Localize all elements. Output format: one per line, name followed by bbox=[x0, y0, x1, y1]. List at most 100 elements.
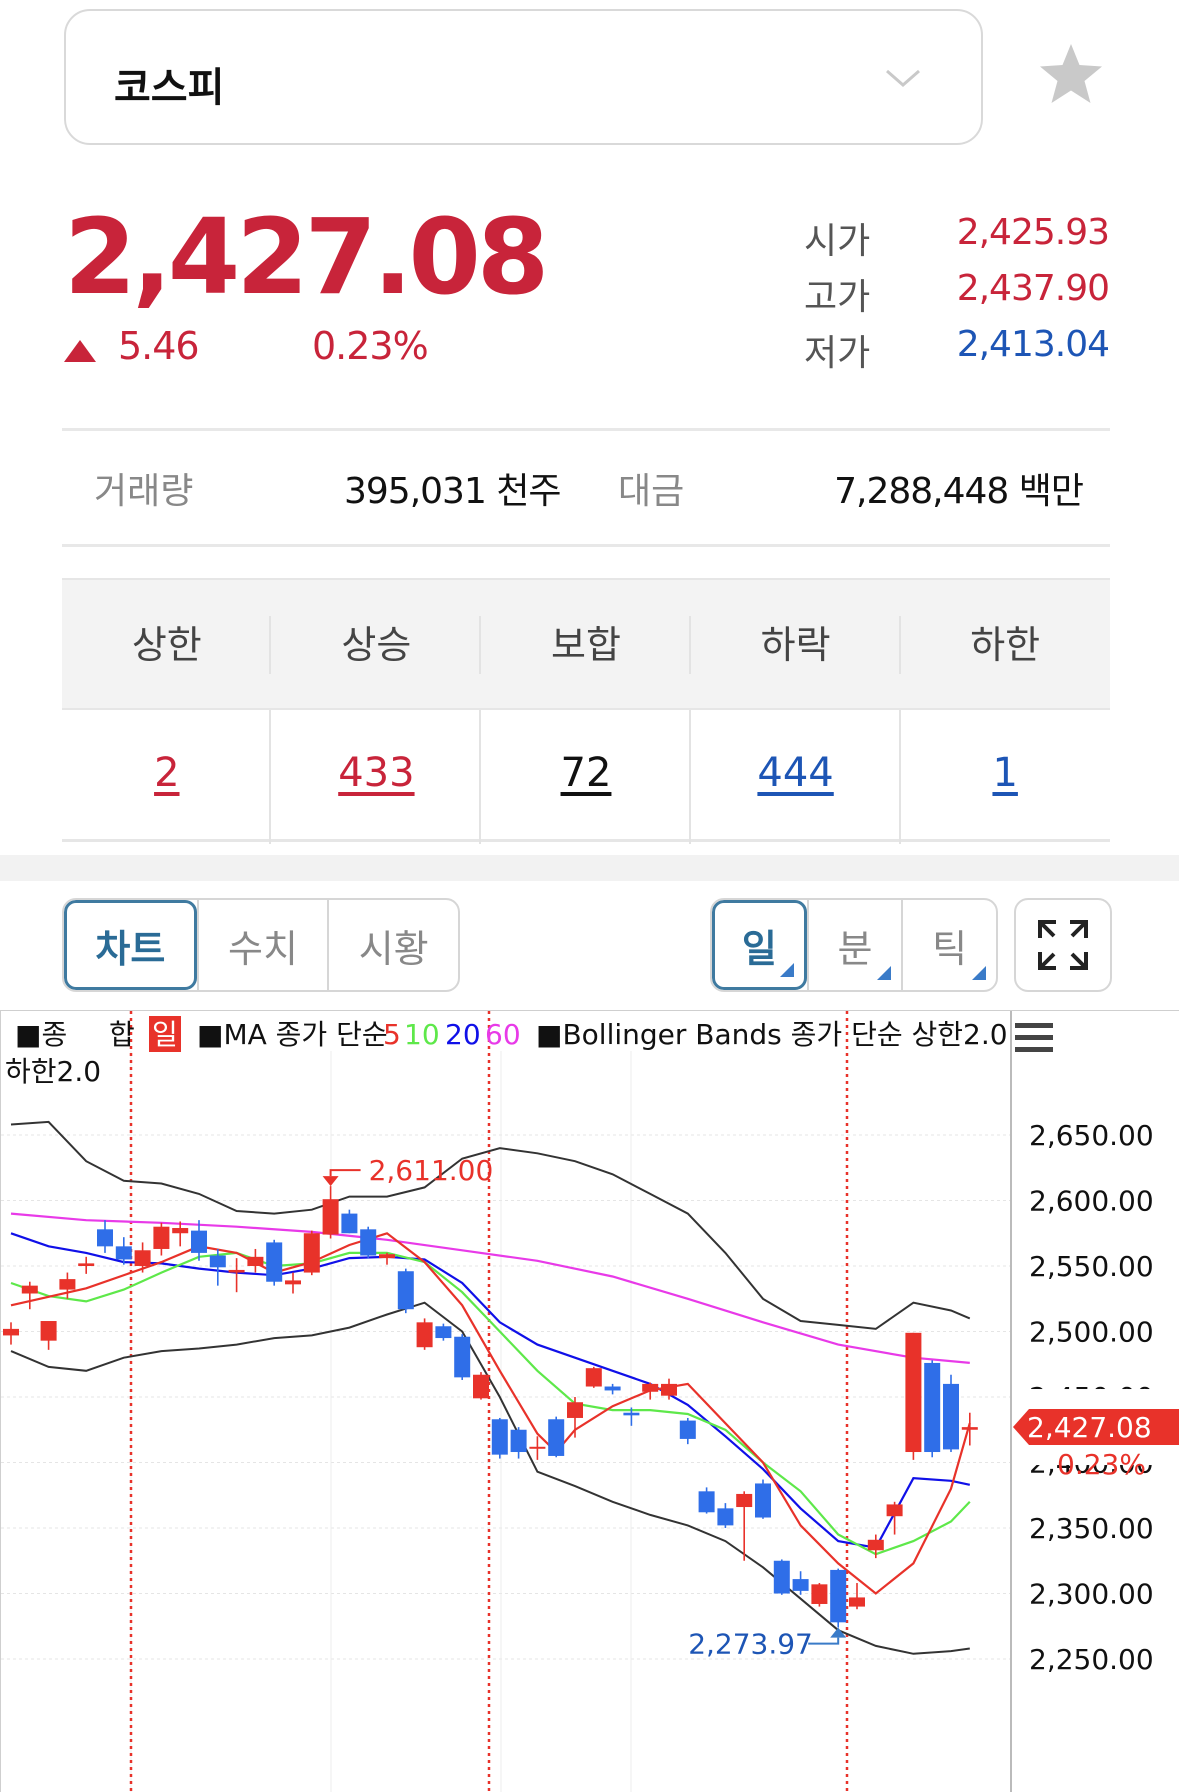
candle-body bbox=[886, 1504, 903, 1517]
legend-bollinger-lower: 하한2.0 bbox=[5, 1055, 101, 1088]
candle bbox=[3, 1322, 19, 1345]
chart-menu-icon[interactable] bbox=[1015, 1023, 1053, 1052]
candle bbox=[510, 1427, 527, 1459]
candle-body bbox=[397, 1271, 414, 1310]
candle-body bbox=[529, 1446, 546, 1449]
candle bbox=[886, 1501, 903, 1535]
candle bbox=[435, 1323, 452, 1341]
period-tick[interactable]: 틱 bbox=[901, 900, 996, 990]
divider bbox=[62, 428, 1110, 431]
period-tick-label: 틱 bbox=[932, 926, 968, 971]
candle bbox=[755, 1479, 771, 1519]
fullscreen-button[interactable] bbox=[1014, 898, 1112, 992]
candle bbox=[830, 1568, 847, 1628]
low-value: 2,413.04 bbox=[956, 324, 1110, 365]
candle-body bbox=[717, 1508, 734, 1526]
breadth-header-lower-limit: 하한 bbox=[970, 623, 1041, 667]
period-minute[interactable]: 분 bbox=[806, 900, 902, 990]
legend-ma5: 5 bbox=[383, 1018, 401, 1051]
candle bbox=[454, 1334, 471, 1380]
candle-body bbox=[78, 1263, 95, 1266]
candle-body bbox=[585, 1368, 602, 1387]
candle-body bbox=[209, 1255, 226, 1268]
breadth-unchanged-link[interactable]: 72 bbox=[481, 750, 691, 796]
dropdown-corner-icon bbox=[779, 963, 794, 977]
breadth-header-unchanged: 보합 bbox=[551, 623, 621, 667]
candle-body bbox=[567, 1402, 583, 1418]
candle-body bbox=[285, 1280, 301, 1285]
candle-body bbox=[905, 1332, 922, 1453]
candle bbox=[134, 1242, 151, 1273]
candle-body bbox=[510, 1429, 527, 1453]
open-label: 시가 bbox=[804, 221, 871, 262]
period-daily[interactable]: 일 bbox=[712, 900, 807, 990]
candle bbox=[905, 1332, 922, 1460]
min-price-label: 2,273.97 bbox=[688, 1628, 813, 1661]
breadth-header-decline: 하락 bbox=[760, 623, 831, 667]
up-triangle-icon bbox=[64, 340, 96, 362]
candle bbox=[303, 1230, 320, 1276]
y-tick-label: 2,250.00 bbox=[1029, 1643, 1154, 1676]
candle-body bbox=[867, 1539, 884, 1551]
candle bbox=[40, 1321, 57, 1350]
ma5-line bbox=[10, 1232, 971, 1595]
candle bbox=[153, 1222, 170, 1256]
candle-body bbox=[811, 1584, 828, 1604]
breadth-header-upper-limit: 상한 bbox=[131, 623, 202, 667]
expand-icon bbox=[1038, 920, 1088, 970]
candle bbox=[473, 1372, 489, 1400]
candle-body bbox=[773, 1560, 790, 1594]
bollinger-upper-line bbox=[10, 1120, 971, 1330]
open-value: 2,425.93 bbox=[956, 212, 1110, 253]
candlestick-chart[interactable]: 2,650.002,600.002,550.002,500.002,450.00… bbox=[1, 1011, 1179, 1792]
candle bbox=[341, 1209, 358, 1234]
candle-body bbox=[115, 1246, 132, 1260]
star-icon[interactable] bbox=[1036, 40, 1106, 110]
candle-body bbox=[153, 1226, 170, 1249]
candle bbox=[585, 1366, 602, 1388]
period-daily-label: 일 bbox=[741, 926, 777, 971]
view-tabs: 차트 수치 시황 bbox=[62, 898, 460, 992]
y-tick-label: 2,600.00 bbox=[1029, 1185, 1154, 1218]
legend-ma20: 20 bbox=[445, 1018, 481, 1051]
candle-body bbox=[360, 1229, 377, 1256]
high-value: 2,437.90 bbox=[956, 268, 1110, 309]
candle-body bbox=[228, 1269, 245, 1273]
candle-body bbox=[379, 1254, 395, 1259]
section-separator bbox=[0, 855, 1179, 881]
price-chart[interactable]: 2,650.002,600.002,550.002,500.002,450.00… bbox=[0, 1010, 1179, 1792]
candle bbox=[792, 1571, 809, 1595]
candle bbox=[943, 1374, 959, 1453]
candle-body bbox=[341, 1213, 358, 1234]
candle-body bbox=[679, 1420, 696, 1439]
breadth-advance-link[interactable]: 433 bbox=[272, 750, 482, 796]
amount-value: 7,288,448 백만 bbox=[834, 471, 1084, 512]
tab-chart[interactable]: 차트 bbox=[64, 900, 197, 990]
divider bbox=[62, 544, 1110, 547]
candle-body bbox=[416, 1322, 433, 1348]
candle-body bbox=[623, 1412, 640, 1416]
tab-market-news[interactable]: 시황 bbox=[327, 900, 458, 990]
y-tick-label: 2,350.00 bbox=[1029, 1512, 1154, 1545]
breadth-decline-link[interactable]: 444 bbox=[691, 750, 901, 796]
tab-figures[interactable]: 수치 bbox=[196, 900, 328, 990]
candle-body bbox=[172, 1228, 189, 1234]
legend-ma60: 60 bbox=[485, 1018, 521, 1051]
candle bbox=[78, 1256, 95, 1274]
breadth-lower-limit-link[interactable]: 1 bbox=[900, 750, 1110, 796]
candle bbox=[285, 1272, 301, 1294]
candle bbox=[773, 1559, 790, 1595]
legend-bollinger: ■Bollinger Bands 종가 단순 상한2.0 bbox=[536, 1018, 1008, 1051]
candle-body bbox=[97, 1229, 113, 1247]
candle bbox=[379, 1252, 395, 1265]
ma10-line bbox=[10, 1251, 971, 1556]
price-change-percent: 0.23% bbox=[312, 324, 429, 368]
current-price: 2,427.08 bbox=[64, 196, 549, 318]
max-price-label: 2,611.00 bbox=[369, 1154, 494, 1187]
volume-label: 거래량 bbox=[94, 471, 194, 512]
y-tick-label: 2,550.00 bbox=[1029, 1250, 1154, 1283]
breadth-upper-limit-link[interactable]: 2 bbox=[62, 750, 272, 796]
candle-body bbox=[849, 1597, 865, 1607]
index-selector[interactable]: 코스피 bbox=[64, 9, 983, 145]
high-label: 고가 bbox=[804, 277, 871, 318]
